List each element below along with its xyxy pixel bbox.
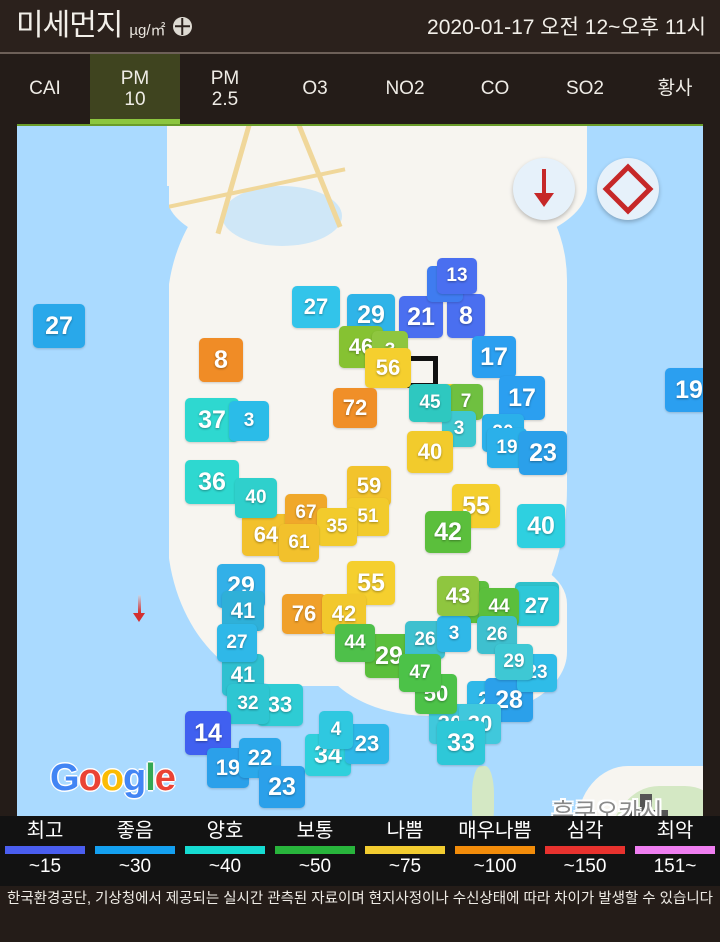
legend-color-swatch <box>5 846 85 854</box>
station-value-badge[interactable]: 27 <box>515 586 559 626</box>
legend-range: ~150 <box>563 856 607 877</box>
station-value-badge[interactable]: 42 <box>425 511 471 553</box>
legend-item: 양호 ~40 <box>180 820 270 886</box>
pollutant-tab-bar: CAI PM 10 PM 2.5 O3 NO2 CO SO2 황사 <box>0 54 720 124</box>
tab-label-primary: SO2 <box>565 78 605 100</box>
legend-label: 최악 <box>656 820 694 842</box>
legend-range: 151~ <box>653 856 697 877</box>
station-value-badge[interactable]: 19 <box>665 368 703 412</box>
station-value-badge[interactable]: 40 <box>235 478 277 518</box>
legend-color-swatch <box>185 846 265 854</box>
station-value-badge[interactable]: 40 <box>517 504 565 548</box>
tab-label-secondary: 10 <box>124 89 146 110</box>
station-value-badge[interactable]: 23 <box>519 431 567 475</box>
page-title: 미세먼지 <box>16 9 123 42</box>
legend-item: 좋음 ~30 <box>90 820 180 886</box>
station-value-badge[interactable]: 32 <box>227 684 269 724</box>
legend-range: ~15 <box>28 856 62 877</box>
legend-label: 보통 <box>296 820 334 842</box>
legend-color-swatch <box>545 846 625 854</box>
legend-item: 최고 ~15 <box>0 820 90 886</box>
title-group: 미세먼지 µg/㎡ <box>0 11 192 41</box>
legend-color-swatch <box>365 846 445 854</box>
station-value-badge[interactable]: 33 <box>437 721 485 765</box>
tab-label-primary: NO2 <box>385 78 425 100</box>
disclaimer-text: 한국환경공단, 기상청에서 제공되는 실시간 관측된 자료이며 현지사정이나 수… <box>0 886 720 910</box>
station-value-badge[interactable]: 61 <box>279 524 319 562</box>
legend-range: ~100 <box>473 856 517 877</box>
tab-yellowdust[interactable]: 황사 <box>630 54 720 124</box>
tab-co[interactable]: CO <box>450 54 540 124</box>
station-value-badge[interactable]: 45 <box>409 384 451 422</box>
station-value-badge[interactable]: 36 <box>185 460 239 504</box>
station-value-badge[interactable]: 3 <box>437 616 471 652</box>
date-range-label: 2020-01-17 오전 12~오후 11시 <box>427 16 706 39</box>
station-value-badge[interactable]: 4 <box>319 711 353 749</box>
station-value-badge[interactable]: 27 <box>33 304 85 348</box>
diamond-marker-button[interactable] <box>597 158 659 220</box>
legend-color-swatch <box>275 846 355 854</box>
legend-item: 보통 ~50 <box>270 820 360 886</box>
legend-item: 심각 ~150 <box>540 820 630 886</box>
station-value-badge[interactable]: 47 <box>399 654 441 692</box>
station-value-badge[interactable]: 17 <box>472 336 516 378</box>
legend-color-swatch <box>455 846 535 854</box>
google-logo: Google <box>50 757 176 799</box>
legend-item: 나쁨 ~75 <box>360 820 450 886</box>
tab-label-primary: O3 <box>302 78 328 100</box>
legend-item: 매우나쁨 ~100 <box>450 820 540 886</box>
station-value-badge[interactable]: 13 <box>437 258 477 294</box>
tab-cai[interactable]: CAI <box>0 54 90 124</box>
station-value-badge[interactable]: 8 <box>199 338 243 382</box>
air-quality-map[interactable]: 2783733627292189134635617171930192352734… <box>17 124 703 816</box>
legend-label: 최고 <box>26 820 64 842</box>
label-fukuoka-kr: 후쿠오카시 <box>552 799 663 816</box>
tab-label-primary: PM <box>210 67 240 89</box>
green-area-island <box>472 766 494 816</box>
sea-left <box>17 186 169 816</box>
unit-label: µg/㎡ <box>129 22 166 39</box>
air-quality-app: 미세먼지 µg/㎡ 2020-01-17 오전 12~오후 11시 CAI PM 1… <box>0 0 720 942</box>
station-value-badge[interactable]: 3 <box>229 401 269 441</box>
who-logo-icon <box>172 16 192 36</box>
tab-pm10[interactable]: PM 10 <box>90 54 180 124</box>
app-header: 미세먼지 µg/㎡ 2020-01-17 오전 12~오후 11시 <box>0 0 720 52</box>
station-value-badge[interactable]: 27 <box>217 624 257 662</box>
tab-label-primary: CO <box>480 78 510 100</box>
legend-label: 나쁨 <box>386 820 424 842</box>
station-value-badge[interactable]: 44 <box>335 624 375 662</box>
legend-range: ~50 <box>298 856 332 877</box>
station-value-badge[interactable]: 29 <box>495 644 533 680</box>
legend-label: 심각 <box>566 820 604 842</box>
station-value-badge[interactable]: 72 <box>333 388 377 428</box>
tab-pm25[interactable]: PM 2.5 <box>180 54 270 124</box>
tab-no2[interactable]: NO2 <box>360 54 450 124</box>
diamond-icon <box>602 163 654 215</box>
legend-color-swatch <box>635 846 715 854</box>
station-value-badge[interactable]: 76 <box>282 594 326 634</box>
tab-label-secondary: 2.5 <box>211 89 239 110</box>
station-value-badge[interactable]: 27 <box>292 286 340 328</box>
legend-label: 양호 <box>206 820 244 842</box>
tab-so2[interactable]: SO2 <box>540 54 630 124</box>
legend-label: 좋음 <box>116 820 154 842</box>
legend-color-swatch <box>95 846 175 854</box>
legend-range: ~75 <box>388 856 422 877</box>
legend-range: ~40 <box>208 856 242 877</box>
legend-range: ~30 <box>118 856 152 877</box>
station-value-badge[interactable]: 40 <box>407 431 453 473</box>
legend-label: 매우나쁨 <box>458 820 532 842</box>
legend-item: 최악 151~ <box>630 820 720 886</box>
station-value-badge[interactable]: 43 <box>437 576 479 616</box>
tab-label-primary: 황사 <box>657 78 693 100</box>
aqi-legend: 최고 ~15 좋음 ~30 양호 ~40 보통 ~50 나쁨 ~75 매우나쁨 ~100 심각 ~150 최… <box>0 816 720 886</box>
station-value-badge[interactable]: 23 <box>259 766 305 808</box>
tab-o3[interactable]: O3 <box>270 54 360 124</box>
download-arrow-button[interactable] <box>513 158 575 220</box>
tab-label-primary: CAI <box>29 78 61 100</box>
station-value-badge[interactable]: 35 <box>317 508 357 546</box>
station-value-badge[interactable]: 56 <box>365 348 411 388</box>
tab-label-primary: PM <box>120 67 150 89</box>
